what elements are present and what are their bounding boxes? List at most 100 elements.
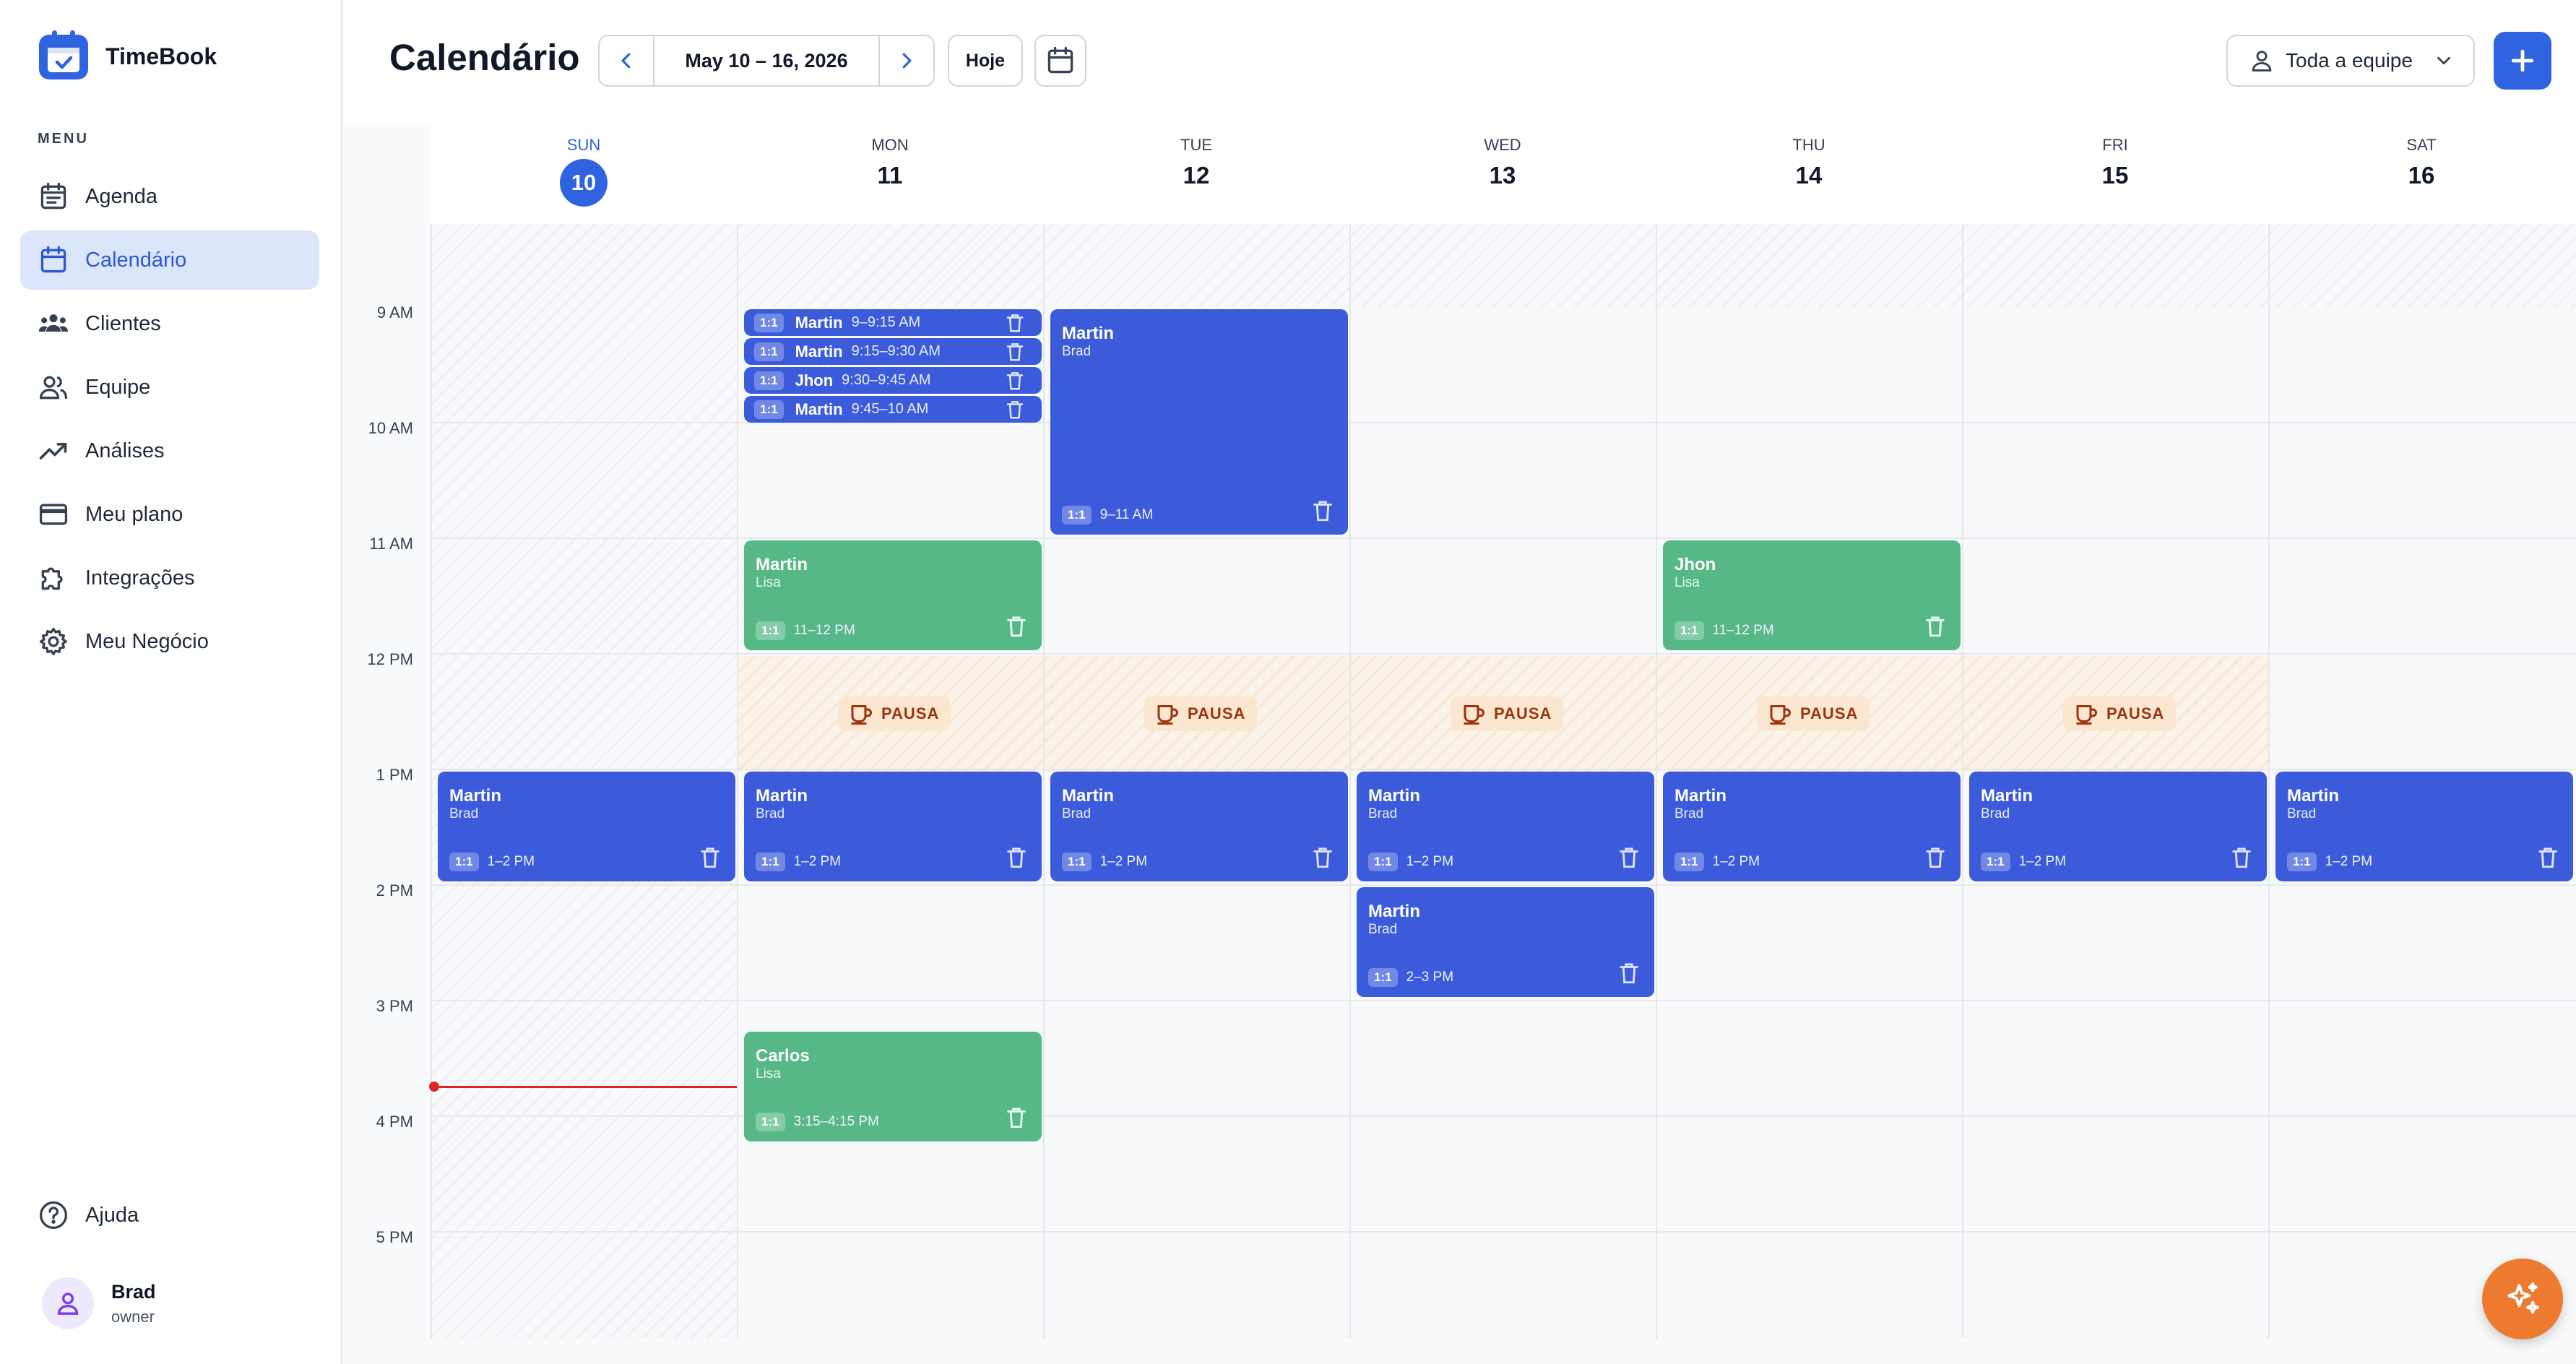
event-mon-0900[interactable]: 1:1 Martin 9–9:15 AM xyxy=(744,309,1042,336)
event-fri-1300[interactable]: Martin Brad 1:1 1–2 PM xyxy=(1969,772,2267,881)
trash-icon[interactable] xyxy=(1004,613,1029,640)
event-sat-1300[interactable]: Martin Brad 1:1 1–2 PM xyxy=(2275,772,2573,881)
event-mon-0930[interactable]: 1:1 Jhon 9:30–9:45 AM xyxy=(744,367,1042,394)
event-time: 1–2 PM xyxy=(793,854,842,869)
help-link[interactable]: Ajuda xyxy=(38,1199,139,1231)
event-mon-0945[interactable]: 1:1 Martin 9:45–10 AM xyxy=(744,396,1042,423)
trending-icon xyxy=(39,443,67,459)
day-number: 14 xyxy=(1795,162,1823,189)
session-type-badge: 1:1 xyxy=(754,313,784,332)
trash-icon[interactable] xyxy=(1004,368,1026,393)
event-mon-1515[interactable]: Carlos Lisa 1:1 3:15–4:15 PM xyxy=(744,1032,1042,1141)
column-line xyxy=(1349,224,1351,1338)
day-name: MON xyxy=(871,136,909,154)
sidebar-item-label: Análises xyxy=(85,439,165,462)
trash-icon[interactable] xyxy=(1004,340,1026,364)
event-staff: Brad xyxy=(1981,806,2010,821)
trash-icon[interactable] xyxy=(1617,959,1641,987)
sidebar-item-meu-plano[interactable]: Meu plano xyxy=(20,485,319,544)
app-logo[interactable]: TimeBook xyxy=(38,30,217,82)
sidebar-item-integracoes[interactable]: Integrações xyxy=(20,548,319,608)
session-type-badge: 1:1 xyxy=(1674,621,1704,640)
session-type-badge: 1:1 xyxy=(1368,852,1398,871)
event-tue-0900[interactable]: Martin Brad 1:1 9–11 AM xyxy=(1050,309,1348,535)
user-role: owner xyxy=(111,1307,155,1326)
avatar xyxy=(42,1277,94,1329)
day-header-tue[interactable]: TUE 12 xyxy=(1043,136,1349,189)
trash-icon[interactable] xyxy=(2229,844,2254,871)
current-time-dot xyxy=(429,1082,439,1092)
event-time: 9:15–9:30 AM xyxy=(851,343,941,359)
event-client: Carlos xyxy=(756,1046,810,1066)
sidebar-item-meu-negocio[interactable]: Meu Negócio xyxy=(20,612,319,671)
event-client: Jhon xyxy=(795,371,834,389)
day-header-sat[interactable]: SAT 16 xyxy=(2268,136,2575,189)
sidebar-item-agenda[interactable]: Agenda xyxy=(20,167,319,226)
event-wed-1400[interactable]: Martin Brad 1:1 2–3 PM xyxy=(1357,887,1654,997)
event-tue-1300[interactable]: Martin Brad 1:1 1–2 PM xyxy=(1050,772,1348,881)
event-time: 1–2 PM xyxy=(1099,854,1148,869)
ai-assistant-button[interactable] xyxy=(2482,1259,2563,1339)
day-header-mon[interactable]: MON 11 xyxy=(737,136,1043,189)
coffee-icon xyxy=(1770,705,1791,725)
next-week-button[interactable] xyxy=(880,36,933,85)
date-picker-button[interactable] xyxy=(1034,35,1086,87)
trash-icon[interactable] xyxy=(1004,397,1026,422)
event-mon-1100[interactable]: Martin Lisa 1:1 11–12 PM xyxy=(744,540,1042,650)
trash-icon[interactable] xyxy=(1617,844,1641,871)
session-type-badge: 1:1 xyxy=(756,852,785,871)
trash-icon[interactable] xyxy=(698,844,722,871)
trash-icon[interactable] xyxy=(1923,844,1948,871)
event-client: Martin xyxy=(795,400,843,418)
day-number: 16 xyxy=(2408,162,2435,189)
week-grid[interactable]: PAUSA PAUSA PAUSA PAUSA PAUSA 1:1 Martin… xyxy=(431,224,2576,1338)
event-wed-1300[interactable]: Martin Brad 1:1 1–2 PM xyxy=(1357,772,1654,881)
session-type-badge: 1:1 xyxy=(1674,852,1704,871)
event-thu-1300[interactable]: Martin Brad 1:1 1–2 PM xyxy=(1663,772,1961,881)
event-staff: Brad xyxy=(1674,806,1704,821)
event-mon-1300[interactable]: Martin Brad 1:1 1–2 PM xyxy=(744,772,1042,881)
pause-label: PAUSA xyxy=(881,704,940,722)
event-sun-1300[interactable]: Martin Brad 1:1 1–2 PM xyxy=(438,772,735,881)
hour-line xyxy=(431,1231,2576,1233)
gear-icon xyxy=(39,627,67,656)
trash-icon[interactable] xyxy=(1004,844,1029,871)
sidebar-item-label: Equipe xyxy=(85,375,151,399)
add-appointment-button[interactable] xyxy=(2494,32,2551,90)
sidebar-item-label: Clientes xyxy=(85,311,161,335)
trash-icon[interactable] xyxy=(1310,497,1335,525)
day-header-fri[interactable]: FRI 15 xyxy=(1962,136,2268,189)
trash-icon[interactable] xyxy=(2536,844,2560,871)
sidebar-item-clientes[interactable]: Clientes xyxy=(20,294,319,353)
today-button[interactable]: Hoje xyxy=(948,35,1023,87)
event-mon-0915[interactable]: 1:1 Martin 9:15–9:30 AM xyxy=(744,338,1042,365)
sidebar-item-calendario[interactable]: Calendário xyxy=(20,230,319,290)
event-client: Martin xyxy=(795,313,843,332)
trash-icon[interactable] xyxy=(1310,844,1335,871)
sidebar-nav: Agenda Calendário Clientes Equipe Anális… xyxy=(20,167,319,675)
session-type-badge: 1:1 xyxy=(754,342,784,361)
event-staff: Brad xyxy=(2287,806,2317,821)
sidebar-item-equipe[interactable]: Equipe xyxy=(20,358,319,417)
help-label: Ajuda xyxy=(85,1203,139,1227)
prev-week-button[interactable] xyxy=(600,36,653,85)
team-filter-select[interactable]: Toda a equipe xyxy=(2226,35,2475,87)
event-thu-1100[interactable]: Jhon Lisa 1:1 11–12 PM xyxy=(1663,540,1961,650)
event-client: Martin xyxy=(449,786,501,806)
trash-icon[interactable] xyxy=(1004,1104,1029,1131)
day-header-wed[interactable]: WED 13 xyxy=(1349,136,1656,189)
day-header-thu[interactable]: THU 14 xyxy=(1656,136,1962,189)
pause-label: PAUSA xyxy=(1800,704,1859,722)
puzzle-icon xyxy=(41,567,63,590)
pause-badge-mon: PAUSA xyxy=(838,696,951,731)
day-header-sun[interactable]: SUN 10 xyxy=(431,136,737,207)
session-type-badge: 1:1 xyxy=(1368,968,1398,987)
hour-line xyxy=(431,884,2576,886)
trash-icon[interactable] xyxy=(1923,613,1948,640)
event-client: Martin xyxy=(1981,786,2033,806)
user-profile[interactable]: Brad owner xyxy=(42,1277,156,1329)
sidebar-item-analises[interactable]: Análises xyxy=(20,421,319,480)
session-type-badge: 1:1 xyxy=(756,621,785,640)
session-type-badge: 1:1 xyxy=(756,1113,785,1131)
trash-icon[interactable] xyxy=(1004,311,1026,335)
